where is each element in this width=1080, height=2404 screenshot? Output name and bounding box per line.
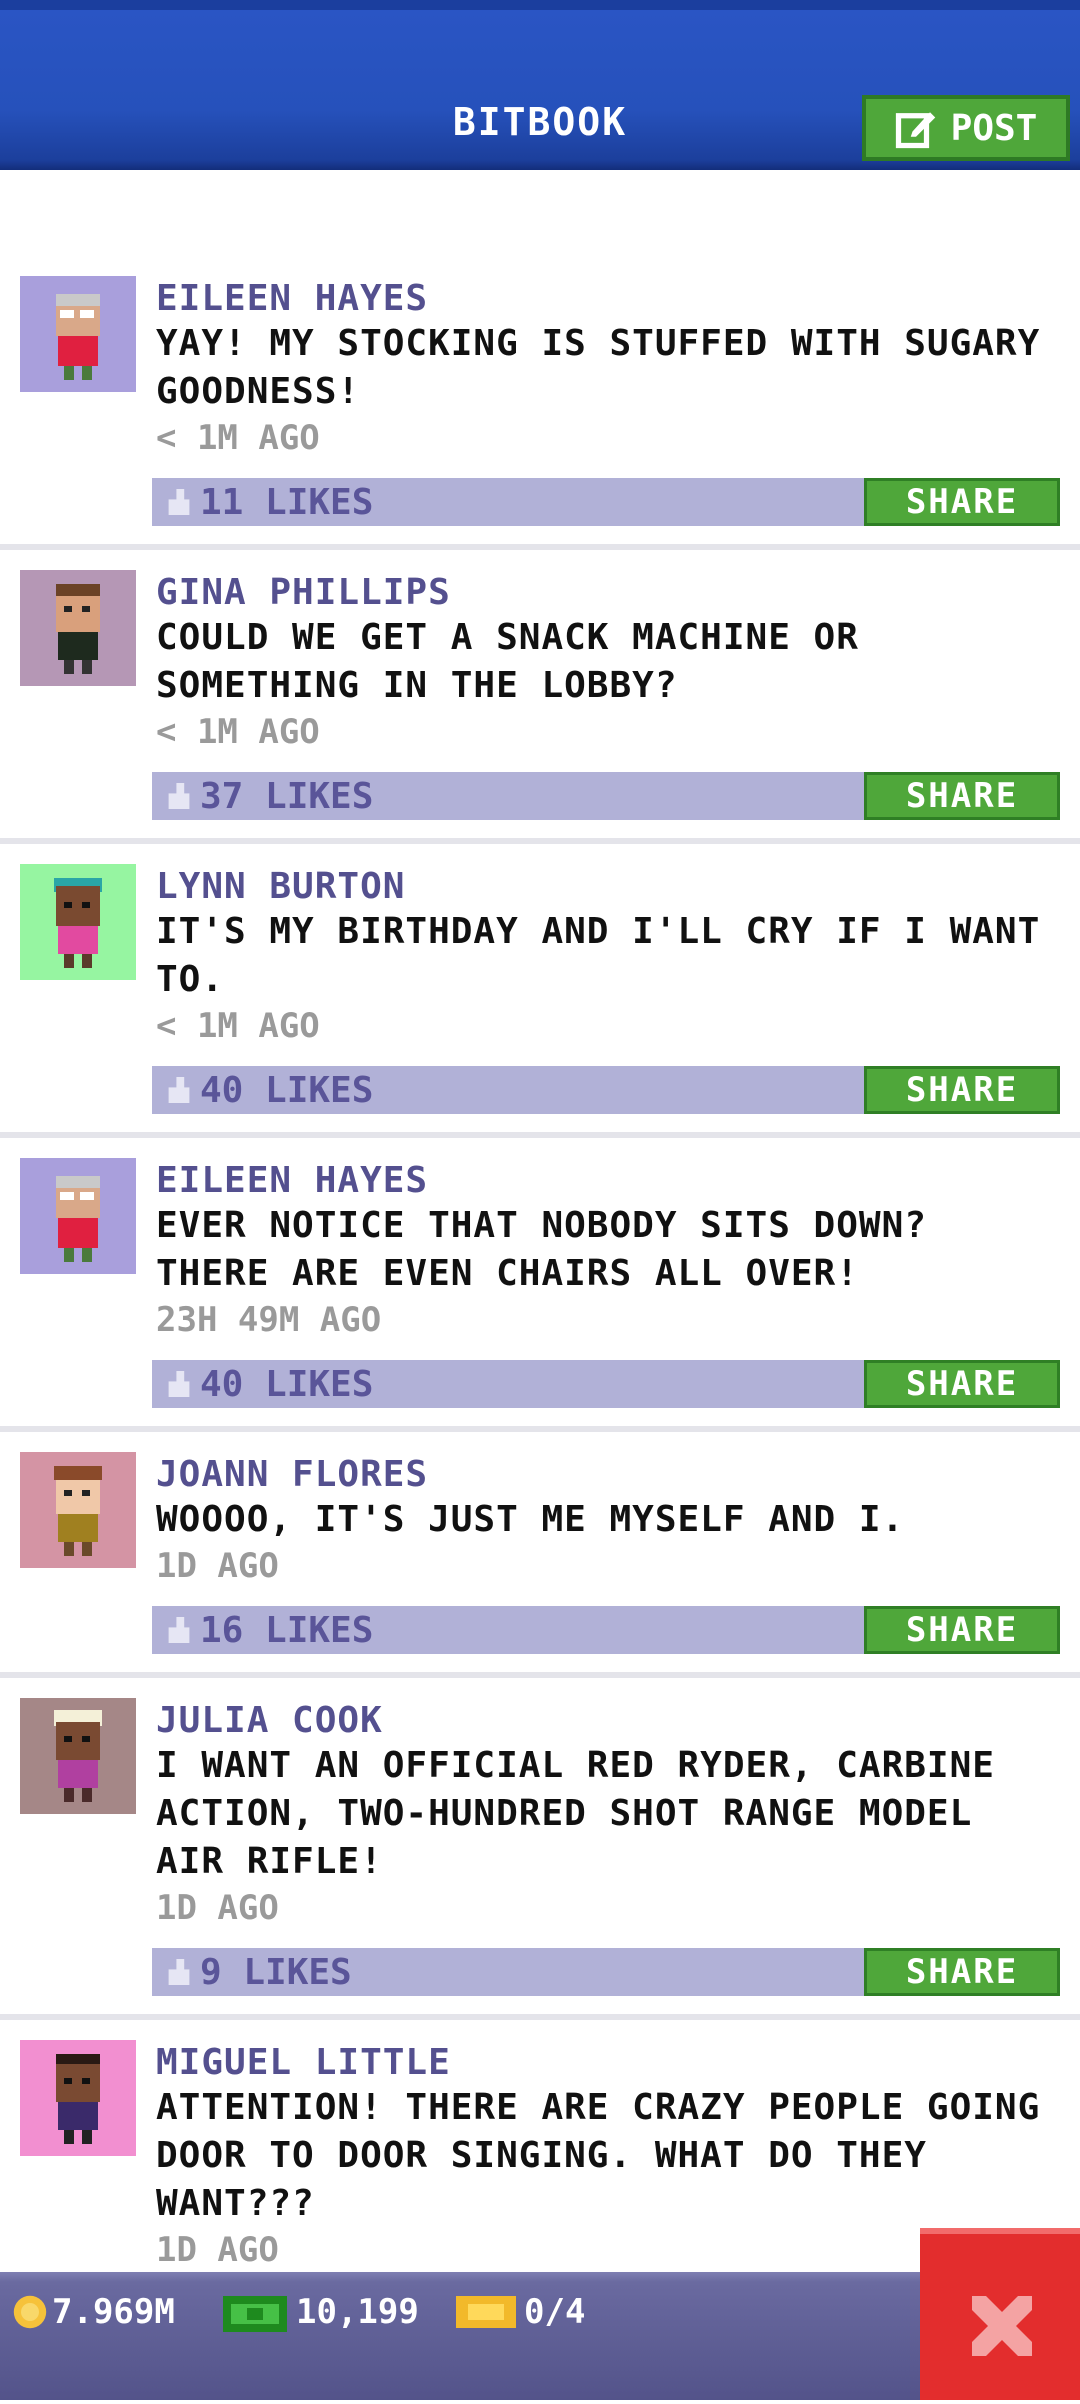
post-author[interactable]: JULIA COOK [156, 1700, 383, 1741]
ticket-icon [456, 2296, 516, 2328]
divider [0, 1426, 1080, 1432]
avatar-icon [56, 2054, 100, 2144]
post-author[interactable]: GINA PHILLIPS [156, 572, 451, 613]
post-text: IT'S MY BIRTHDAY AND I'LL CRY IF I WANT … [156, 911, 1041, 1000]
post-time: < 1M AGO [156, 418, 320, 458]
divider [0, 838, 1080, 844]
post-time: < 1M AGO [156, 712, 320, 752]
post-author[interactable]: EILEEN HAYES [156, 1160, 428, 1201]
like-count: 40 LIKES [200, 1069, 374, 1111]
post-time: 1D AGO [156, 2230, 279, 2270]
app-header: BITBOOK POST [0, 0, 1080, 170]
post-text: WOOOO, IT'S JUST ME MYSELF AND I. [156, 1499, 905, 1540]
post-author[interactable]: JOANN FLORES [156, 1454, 428, 1495]
divider [0, 544, 1080, 550]
share-button[interactable]: SHARE [864, 1360, 1060, 1408]
share-button[interactable]: SHARE [864, 1948, 1060, 1996]
edit-icon [895, 112, 935, 149]
divider [0, 2014, 1080, 2020]
avatar-icon [56, 584, 100, 674]
tickets-stat: 0/4 [456, 2292, 585, 2332]
post-text: YAY! MY STOCKING IS STUFFED WITH SUGARY … [156, 323, 1041, 412]
bux-value: 10,199 [296, 2292, 419, 2332]
divider [0, 1672, 1080, 1678]
like-count: 11 LIKES [200, 481, 374, 523]
post-text: I WANT AN OFFICIAL RED RYDER, CARBINE AC… [156, 1745, 995, 1882]
divider [0, 1132, 1080, 1138]
bux-icon [223, 2296, 287, 2332]
close-icon [972, 2296, 1032, 2356]
avatar-icon [54, 1710, 102, 1802]
post-time: 1D AGO [156, 1888, 279, 1928]
post-text: COULD WE GET A SNACK MACHINE OR SOMETHIN… [156, 617, 859, 706]
coin-icon [13, 2295, 47, 2329]
share-button[interactable]: SHARE [864, 1066, 1060, 1114]
post-button[interactable]: POST [862, 95, 1070, 161]
close-button[interactable] [920, 2228, 1080, 2400]
avatar[interactable] [20, 1452, 136, 1568]
bux-stat: 10,199 [222, 2292, 419, 2332]
avatar[interactable] [20, 1158, 136, 1274]
like-count: 40 LIKES [200, 1363, 374, 1405]
avatar[interactable] [20, 864, 136, 980]
share-button[interactable]: SHARE [864, 772, 1060, 820]
like-bar[interactable]: 40 LIKES [152, 1066, 866, 1114]
status-bar: 7.969M 10,199 0/4 [0, 2272, 1080, 2400]
share-button[interactable]: SHARE [864, 478, 1060, 526]
like-bar[interactable]: 16 LIKES [152, 1606, 866, 1654]
like-count: 16 LIKES [200, 1609, 374, 1651]
thumb-up-icon [168, 783, 190, 809]
post-text: EVER NOTICE THAT NOBODY SITS DOWN? THERE… [156, 1205, 927, 1294]
post-author[interactable]: LYNN BURTON [156, 866, 405, 907]
avatar-icon [56, 1176, 100, 1262]
avatar-icon [54, 1466, 102, 1556]
post-time: < 1M AGO [156, 1006, 320, 1046]
share-button[interactable]: SHARE [864, 1606, 1060, 1654]
thumb-up-icon [168, 1617, 190, 1643]
avatar[interactable] [20, 276, 136, 392]
thumb-up-icon [168, 1371, 190, 1397]
avatar[interactable] [20, 2040, 136, 2156]
post-author[interactable]: EILEEN HAYES [156, 278, 428, 319]
coins-stat: 7.969M [12, 2292, 175, 2332]
thumb-up-icon [168, 1077, 190, 1103]
coins-value: 7.969M [52, 2292, 175, 2332]
like-bar[interactable]: 9 LIKES [152, 1948, 866, 1996]
post-time: 23H 49M AGO [156, 1300, 382, 1340]
like-count: 37 LIKES [200, 775, 374, 817]
post-button-label: POST [950, 107, 1038, 149]
post-text: ATTENTION! THERE ARE CRAZY PEOPLE GOING … [156, 2087, 1041, 2224]
like-count: 9 LIKES [200, 1951, 352, 1993]
tickets-value: 0/4 [524, 2292, 586, 2332]
post-time: 1D AGO [156, 1546, 279, 1586]
avatar-icon [54, 878, 102, 968]
avatar[interactable] [20, 1698, 136, 1814]
avatar-icon [56, 294, 100, 380]
like-bar[interactable]: 40 LIKES [152, 1360, 866, 1408]
thumb-up-icon [168, 1959, 190, 1985]
avatar[interactable] [20, 570, 136, 686]
thumb-up-icon [168, 489, 190, 515]
post-author[interactable]: MIGUEL LITTLE [156, 2042, 451, 2083]
like-bar[interactable]: 11 LIKES [152, 478, 866, 526]
like-bar[interactable]: 37 LIKES [152, 772, 866, 820]
